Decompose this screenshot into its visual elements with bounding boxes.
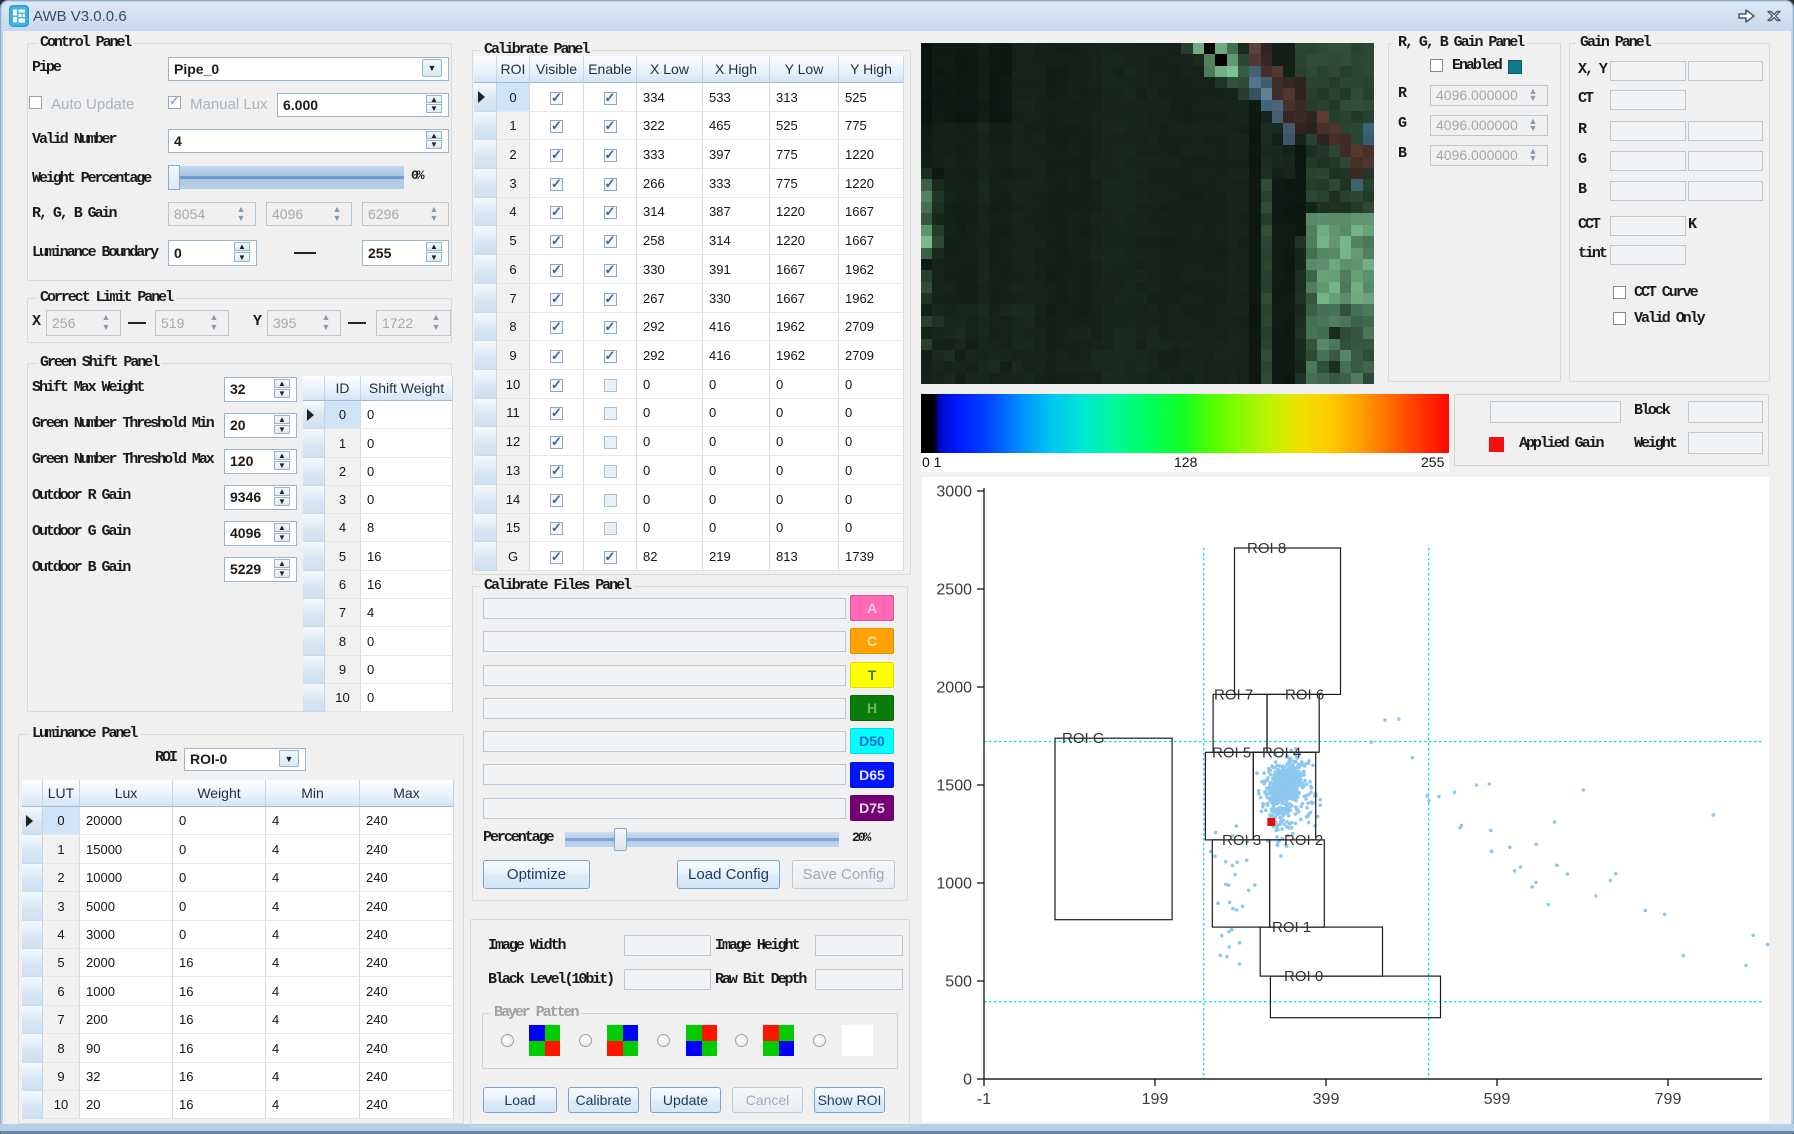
svg-text:0: 0: [963, 1072, 972, 1089]
svg-text:ROI G: ROI G: [1062, 730, 1105, 747]
svg-text:2500: 2500: [936, 582, 972, 599]
svg-text:ROI 7: ROI 7: [1214, 687, 1253, 704]
svg-text:2000: 2000: [936, 680, 972, 697]
svg-text:599: 599: [1484, 1091, 1511, 1108]
svg-text:ROI 5: ROI 5: [1212, 744, 1251, 761]
svg-text:ROI 0: ROI 0: [1284, 968, 1323, 985]
svg-text:-1: -1: [977, 1091, 991, 1108]
svg-text:1500: 1500: [936, 778, 972, 795]
svg-text:ROI 8: ROI 8: [1247, 540, 1286, 557]
svg-text:ROI 2: ROI 2: [1284, 832, 1323, 849]
svg-text:799: 799: [1655, 1091, 1682, 1108]
svg-text:3000: 3000: [936, 484, 972, 501]
svg-text:199: 199: [1142, 1091, 1169, 1108]
svg-text:ROI 4: ROI 4: [1262, 744, 1301, 761]
svg-text:ROI 6: ROI 6: [1285, 687, 1324, 704]
svg-text:399: 399: [1313, 1091, 1340, 1108]
svg-text:ROI 1: ROI 1: [1272, 919, 1311, 936]
svg-text:ROI 3: ROI 3: [1222, 832, 1261, 849]
svg-text:500: 500: [945, 974, 972, 991]
svg-text:1000: 1000: [936, 876, 972, 893]
